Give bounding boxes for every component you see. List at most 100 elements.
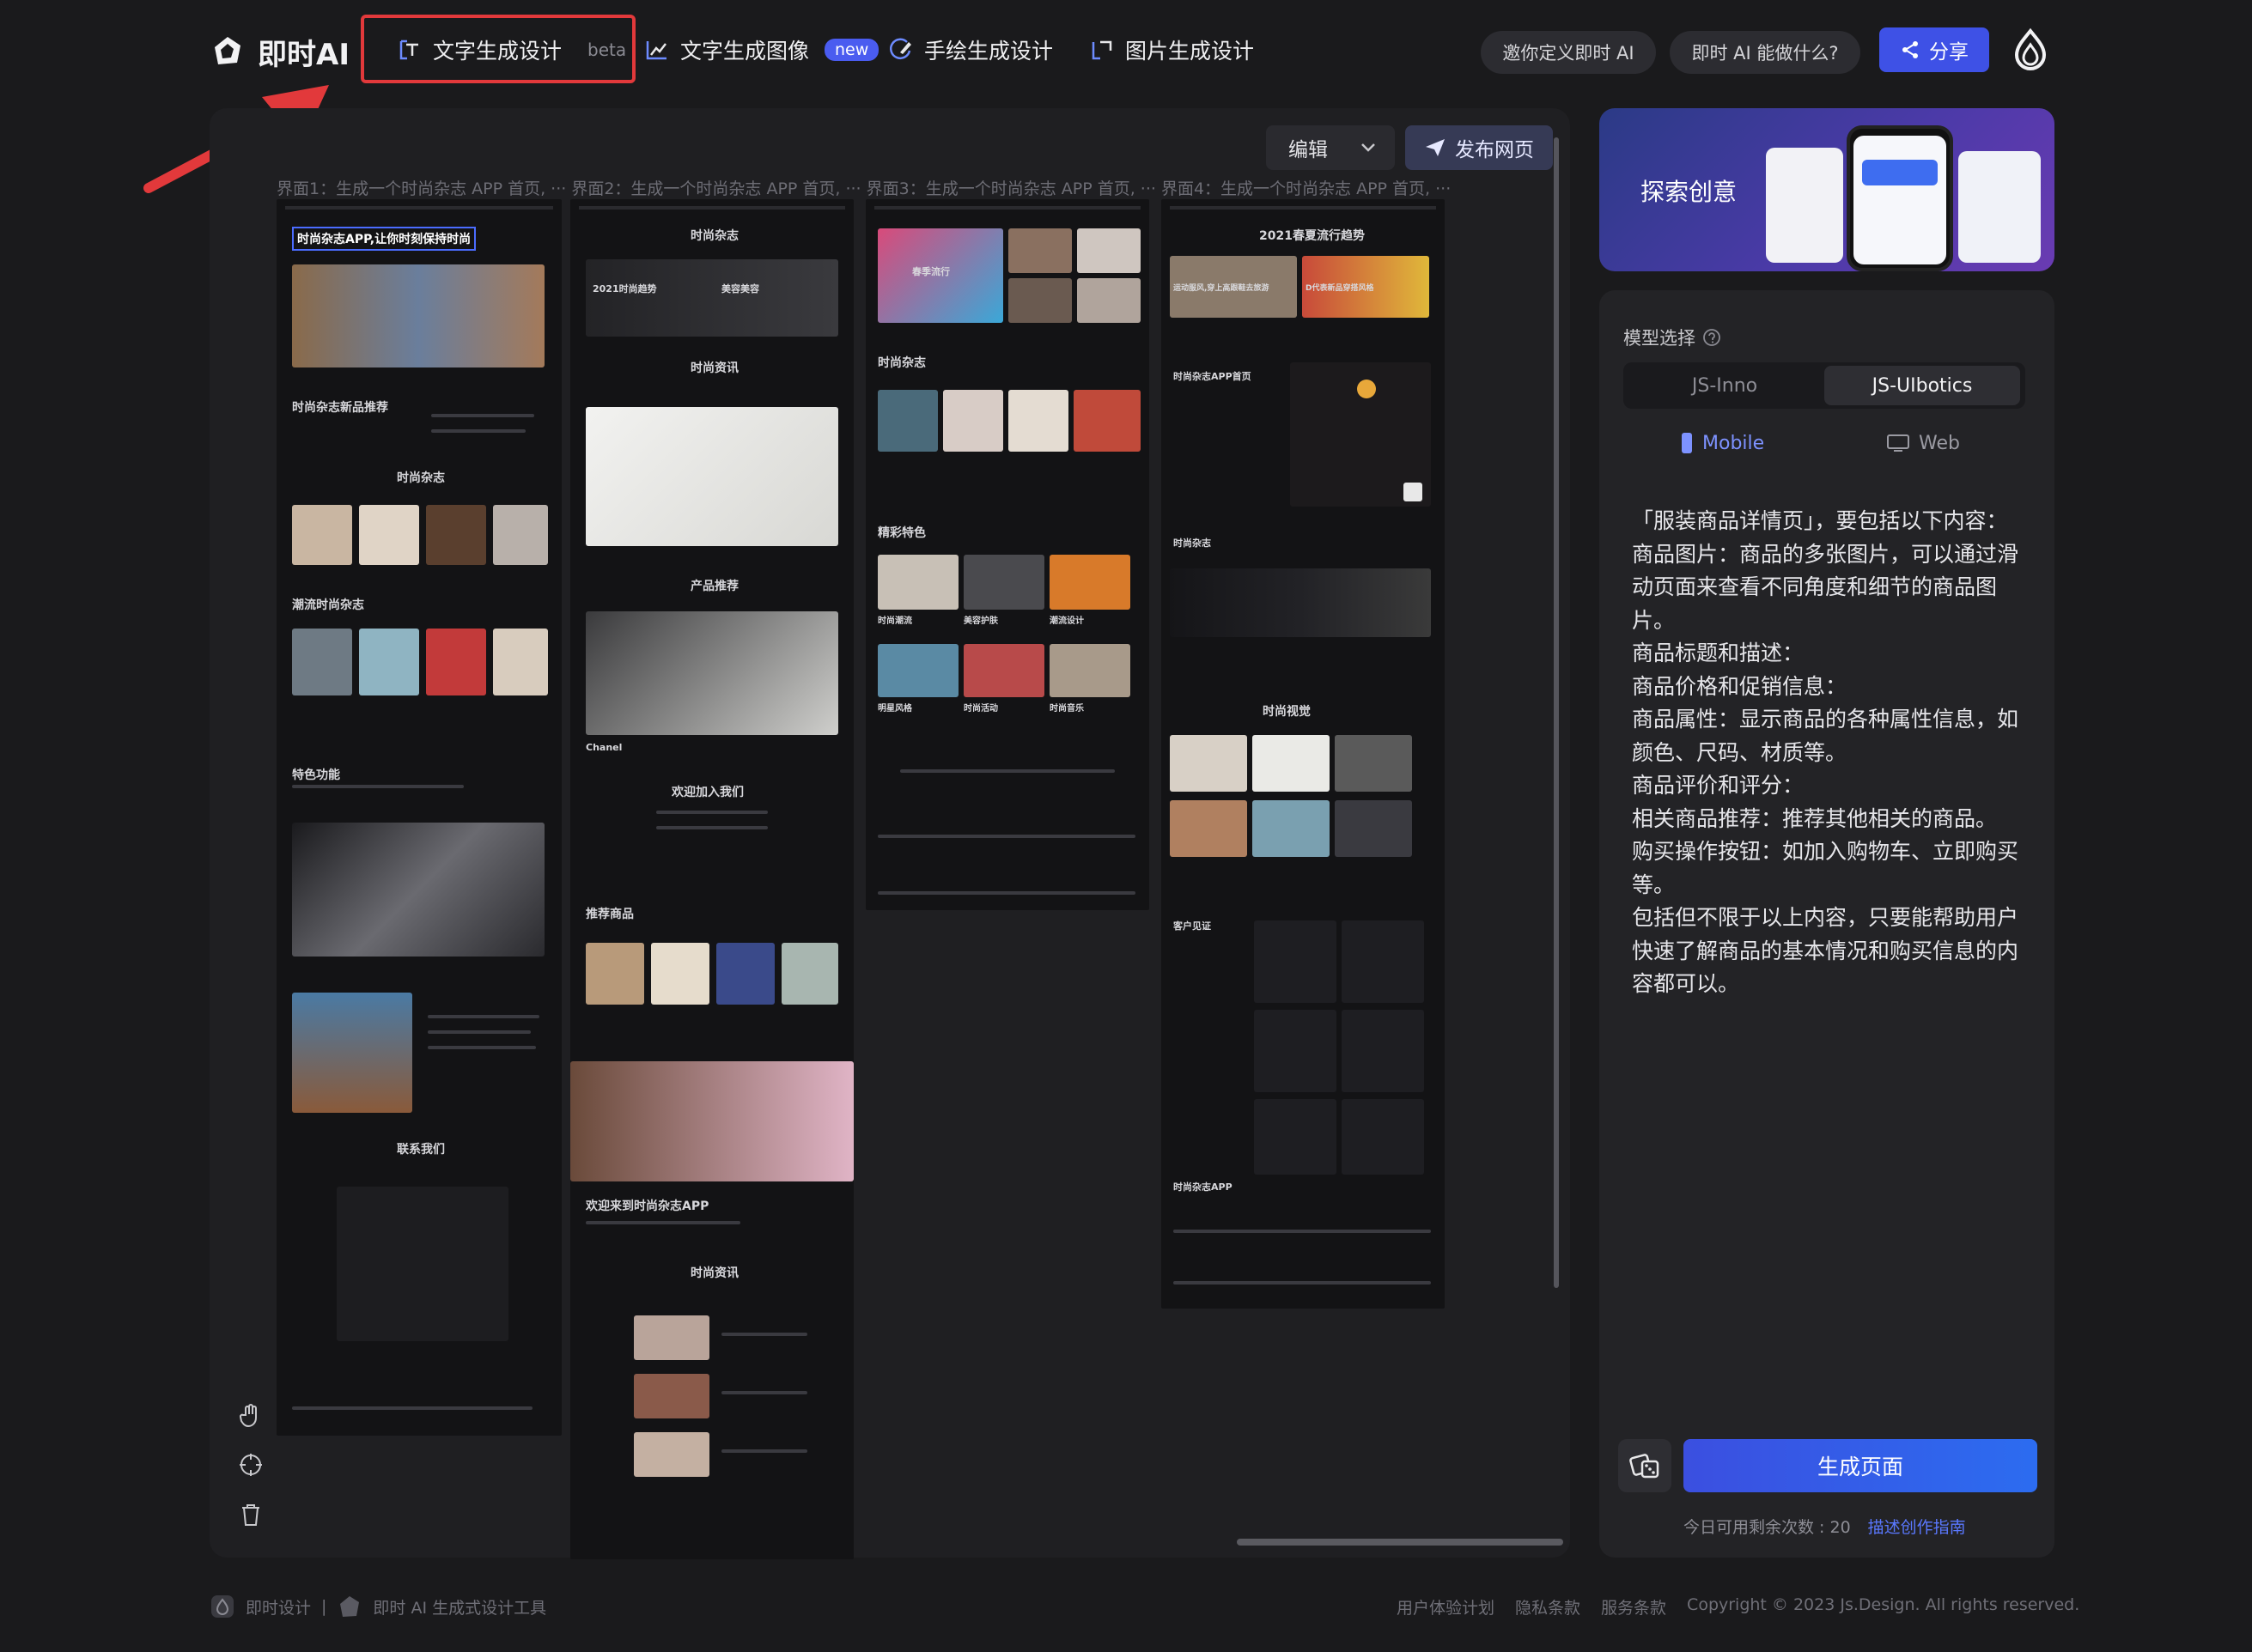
prompt-line: 商品图片：商品的多张图片，可以通过滑动页面来查看不同角度和细节的商品图片。 <box>1632 541 2019 633</box>
feature-label: 时尚潮流 <box>878 616 912 626</box>
model-label-text: 模型选择 <box>1623 328 1695 349</box>
user-avatar-icon[interactable] <box>2006 26 2054 74</box>
prompt-line: 商品价格和促销信息： <box>1632 673 1847 699</box>
jsai-logo-icon <box>340 1596 360 1617</box>
publish-button[interactable]: 发布网页 <box>1405 125 1553 170</box>
what-can-do-button[interactable]: 即时 AI 能做什么? <box>1670 31 1860 74</box>
guide-link[interactable]: 描述创作指南 <box>1868 1515 1966 1538</box>
card-title: 美容美容 <box>721 283 759 295</box>
caption: Chanel <box>586 742 623 753</box>
invite-button[interactable]: 邀你定义即时 AI <box>1481 31 1656 74</box>
caption: D代表新品穿搭风格 <box>1306 284 1374 293</box>
nav-label: 文字生成图像 <box>680 39 810 64</box>
section-title: 客户见证 <box>1173 920 1211 932</box>
section-title: 推荐商品 <box>586 908 634 921</box>
prompt-line: 购买操作按钮：如加入购物车、立即购买等。 <box>1632 839 2019 897</box>
prompt-line: 相关商品推荐：推荐其他相关的商品。 <box>1632 805 1998 831</box>
device-label: Mobile <box>1702 432 1765 454</box>
footer-link-ux[interactable]: 用户体验计划 <box>1397 1595 1494 1619</box>
edit-dropdown[interactable]: 编辑 <box>1266 125 1395 170</box>
section-title: 时尚杂志APP首页 <box>1173 371 1251 382</box>
edit-label: 编辑 <box>1288 139 1328 161</box>
generate-page-button[interactable]: 生成页面 <box>1683 1439 2037 1492</box>
prompt-line: 商品标题和描述： <box>1632 641 1805 665</box>
section-title: 时尚杂志新品推荐 <box>292 401 388 415</box>
monitor-icon <box>1887 434 1909 452</box>
section-title: 时尚资讯 <box>691 361 739 375</box>
nav-text-image[interactable]: 文字生成图像 new <box>644 26 879 74</box>
section-title: 特色功能 <box>292 768 340 782</box>
prompt-line: 包括但不限于以上内容，只要能帮助用户快速了解商品的基本情况和购买信息的内容都可以… <box>1632 905 2019 996</box>
dice-icon <box>1629 1454 1659 1479</box>
device-label: Web <box>1919 432 1960 454</box>
text-design-icon <box>399 39 418 60</box>
screen-4-preview[interactable]: 2021春夏流行趋势 运动服风,穿上高跟鞋去旅游 D代表新品穿搭风格 时尚杂志A… <box>1161 199 1445 1309</box>
horizontal-scrollbar[interactable] <box>1237 1539 1563 1546</box>
nav-text-design[interactable]: 文字生成设计 beta <box>397 26 626 74</box>
chevron-down-icon <box>1361 143 1375 152</box>
share-label: 分享 <box>1929 41 1969 64</box>
app-logo[interactable]: 即时AI <box>210 29 350 74</box>
feature-label: 美容护肤 <box>964 616 998 626</box>
section-title: 欢迎来到时尚杂志APP <box>586 1200 709 1213</box>
nav-sketch-design[interactable]: 手绘生成设计 <box>888 26 1053 74</box>
random-prompt-button[interactable] <box>1618 1439 1671 1492</box>
section-title: 欢迎加入我们 <box>672 786 744 799</box>
tag: 春季流行 <box>912 266 950 277</box>
screen-2-preview[interactable]: 时尚杂志 2021时尚趋势 美容美容 时尚资讯 产品推荐 Chanel 欢迎加入… <box>570 199 854 1559</box>
nav-label: 图片生成设计 <box>1125 39 1255 64</box>
model-select-label: 模型选择 <box>1623 325 1721 350</box>
caption: 运动服风,穿上高跟鞋去旅游 <box>1173 284 1269 293</box>
model-option-uibotics[interactable]: JS-UIbotics <box>1824 366 2020 405</box>
section-title: 精彩特色 <box>878 526 926 540</box>
screens-caption: 界面1：生成一个时尚杂志 APP 首页, ··· 界面2：生成一个时尚杂志 AP… <box>277 179 1452 198</box>
model-option-inno[interactable]: JS-Inno <box>1627 366 1823 405</box>
nav-label: 文字生成设计 <box>433 39 563 64</box>
footer-links: 用户体验计划 隐私条款 服务条款 Copyright © 2023 Js.Des… <box>1397 1595 2079 1619</box>
section-title: 时尚杂志APP <box>1173 1181 1233 1193</box>
footer-brand2[interactable]: 即时 AI 生成式设计工具 <box>373 1595 546 1619</box>
screen-1-preview[interactable]: 时尚杂志APP,让你时刻保持时尚 时尚杂志新品推荐 时尚杂志 潮流时尚杂志 特色… <box>277 199 562 1436</box>
screen-3-preview[interactable]: 春季流行 时尚杂志 精彩特色 时尚潮流 美容护肤 潮流设计 明星风格 时尚活动 … <box>866 199 1149 910</box>
device-option-mobile[interactable]: Mobile <box>1680 428 1764 459</box>
footer-brand1[interactable]: 即时设计 <box>246 1595 311 1619</box>
feature-label: 潮流设计 <box>1050 616 1084 626</box>
feature-label: 时尚活动 <box>964 704 998 714</box>
new-badge: new <box>825 39 879 61</box>
section-title: 时尚杂志 <box>1173 538 1211 549</box>
footer-separator: | <box>321 1597 327 1616</box>
logo-text: 即时AI <box>258 37 350 72</box>
hand-tool-icon[interactable] <box>237 1401 265 1429</box>
mobile-icon <box>1682 433 1692 453</box>
prompt-line: 「服装商品详情页」，要包括以下内容： <box>1632 508 2008 533</box>
beta-badge: beta <box>587 39 627 60</box>
share-icon <box>1902 41 1918 58</box>
image-chart-icon <box>646 41 666 60</box>
quota-info: 今日可用剩余次数 : 20 描述创作指南 <box>1683 1515 1966 1538</box>
device-option-web[interactable]: Web <box>1886 428 1960 459</box>
section-title: 产品推荐 <box>691 580 739 593</box>
footer-copyright: Copyright © 2023 Js.Design. All rights r… <box>1687 1595 2080 1614</box>
feature-label: 明星风格 <box>878 704 912 714</box>
footer-link-privacy[interactable]: 隐私条款 <box>1515 1595 1580 1619</box>
image-design-icon <box>1092 40 1112 60</box>
banner-title: 探索创意 <box>1640 178 1738 206</box>
quota-text: 今日可用剩余次数 : 20 <box>1683 1518 1851 1537</box>
screen-title: 时尚杂志 <box>691 229 739 243</box>
feature-label: 时尚音乐 <box>1050 704 1084 714</box>
publish-label: 发布网页 <box>1455 139 1534 161</box>
nav-image-design[interactable]: 图片生成设计 <box>1089 26 1254 74</box>
trash-icon[interactable] <box>237 1501 265 1528</box>
section-title: 联系我们 <box>397 1143 445 1157</box>
help-icon[interactable] <box>1702 328 1721 347</box>
share-button[interactable]: 分享 <box>1879 27 1989 72</box>
vertical-scrollbar[interactable] <box>1554 137 1559 1288</box>
prompt-textarea[interactable]: 「服装商品详情页」，要包括以下内容： 商品图片：商品的多张图片，可以通过滑动页面… <box>1632 505 2037 1001</box>
prompt-line: 商品属性：显示商品的各种属性信息，如颜色、尺码、材质等。 <box>1632 707 2019 765</box>
send-icon <box>1426 139 1445 156</box>
card-title: 2021时尚趋势 <box>593 283 657 295</box>
prompt-line: 商品评价和评分： <box>1632 773 1805 798</box>
target-icon[interactable] <box>237 1451 265 1479</box>
sketch-icon <box>889 38 911 59</box>
footer-link-terms[interactable]: 服务条款 <box>1601 1595 1666 1619</box>
